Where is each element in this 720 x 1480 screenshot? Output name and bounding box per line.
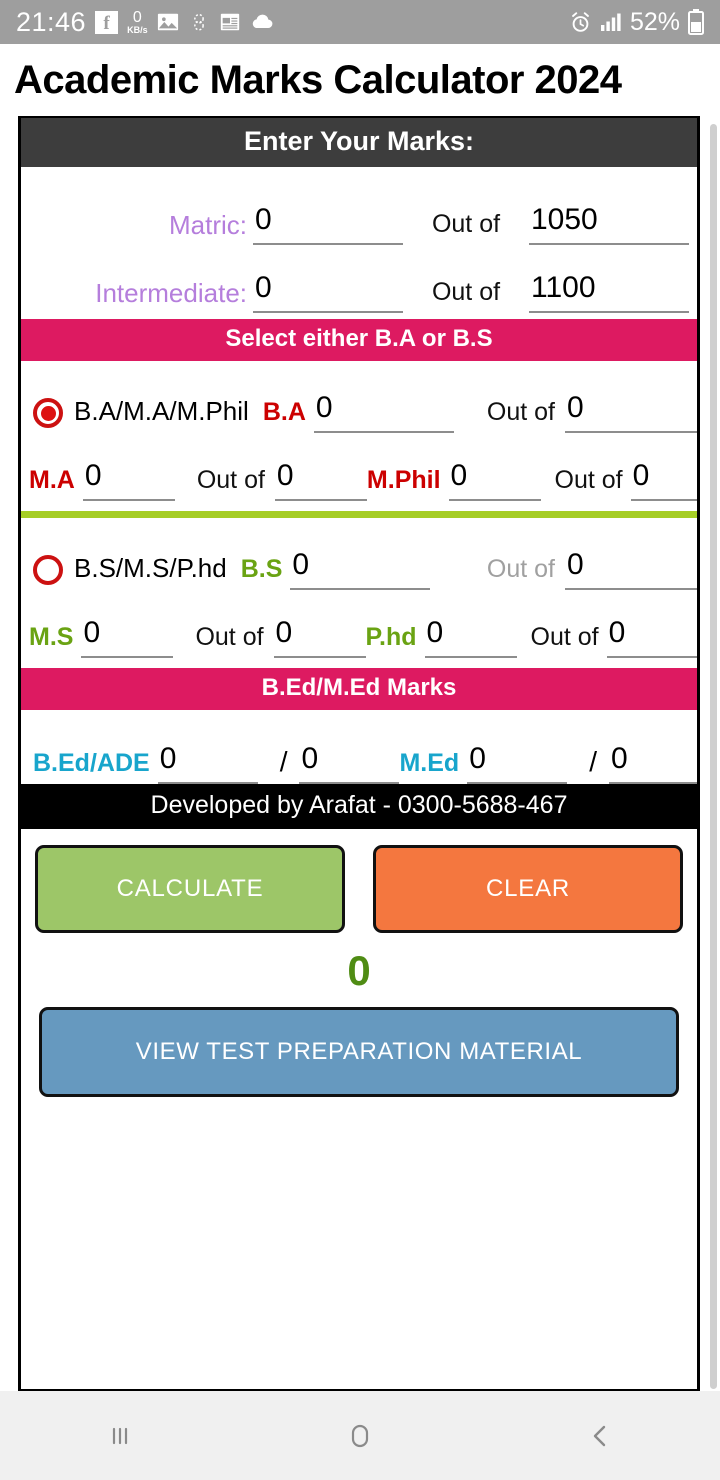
intermediate-outof-label: Out of	[431, 278, 501, 306]
signal-icon	[600, 12, 622, 32]
phd-obtained-input[interactable]	[424, 616, 517, 658]
arts-option-label: B.A/M.A/M.Phil	[74, 396, 249, 426]
gallery-icon	[157, 11, 179, 33]
developer-credit: Developed by Arafat - 0300-5688-467	[21, 784, 697, 829]
bs-obtained-input[interactable]	[290, 548, 431, 590]
data-speed-unit: KB/s	[127, 24, 148, 35]
matric-total-input[interactable]	[529, 203, 689, 245]
arts-radio-button[interactable]	[33, 398, 63, 428]
bed-tag-label: B.Ed/ADE	[33, 749, 150, 777]
ms-obtained-input[interactable]	[81, 616, 174, 658]
result-value: 0	[347, 947, 371, 994]
cloud-icon	[250, 13, 274, 31]
alarm-icon	[569, 11, 592, 34]
battery-icon	[688, 9, 704, 35]
clear-button[interactable]: CLEAR	[373, 845, 683, 933]
data-speed-icon: 0 KB/s	[127, 8, 148, 35]
intermediate-obtained-input[interactable]	[253, 271, 403, 313]
ms-tag-label: M.S	[29, 623, 74, 651]
circle-app-icon	[188, 11, 210, 33]
recents-icon	[112, 1427, 128, 1444]
intermediate-total-input[interactable]	[529, 271, 689, 313]
ba-obtained-input[interactable]	[313, 391, 454, 433]
ms-outof-label: Out of	[195, 623, 264, 651]
matric-obtained-input[interactable]	[253, 203, 403, 245]
mphil-total-input[interactable]	[630, 459, 697, 501]
actions-area: CALCULATE CLEAR 0 VIEW TEST PREPARATION …	[21, 829, 697, 1097]
science-radio-button[interactable]	[33, 555, 63, 585]
vertical-scrollbar[interactable]	[710, 124, 717, 1389]
mphil-tag-label: M.Phil	[366, 466, 441, 494]
phd-outof-label: Out of	[530, 623, 599, 651]
med-separator: /	[589, 746, 597, 777]
status-clock: 21:46	[16, 6, 87, 37]
ba-tag-label: B.A	[262, 398, 306, 426]
science-option-label: B.S/M.S/P.hd	[74, 553, 227, 583]
bed-total-input[interactable]	[299, 742, 400, 784]
mphil-outof-label: Out of	[554, 466, 623, 494]
news-icon	[219, 11, 241, 33]
scroll-container[interactable]: Enter Your Marks: Matric: Out of Interme…	[0, 116, 720, 1411]
mphil-obtained-input[interactable]	[448, 459, 541, 501]
home-icon	[351, 1424, 369, 1447]
bed-section-header: B.Ed/M.Ed Marks	[21, 668, 697, 710]
degree-divider	[21, 511, 697, 518]
arts-secondary-row: M.A Out of M.Phil Out of	[21, 433, 697, 501]
home-button[interactable]	[240, 1420, 480, 1452]
status-bar-right: 52%	[569, 8, 704, 37]
recents-button[interactable]	[0, 1421, 240, 1451]
battery-percent: 52%	[629, 7, 680, 36]
ma-total-input[interactable]	[274, 459, 367, 501]
back-button[interactable]	[480, 1421, 720, 1451]
ma-tag-label: M.A	[29, 466, 75, 494]
arts-degree-block: B.A/M.A/M.Phil B.A Out of M.A Out of M.P…	[21, 361, 697, 511]
view-test-preparation-material-button[interactable]: VIEW TEST PREPARATION MATERIAL	[39, 1007, 679, 1097]
radio-selected-dot	[40, 405, 56, 421]
matric-outof-label: Out of	[431, 210, 501, 238]
marks-section-header: Enter Your Marks:	[21, 118, 697, 167]
med-obtained-input[interactable]	[467, 742, 568, 784]
back-icon	[593, 1425, 606, 1446]
facebook-icon: f	[95, 10, 119, 34]
matric-row: Matric: Out of	[21, 177, 697, 245]
bs-tag-label: B.S	[240, 555, 283, 583]
med-total-input[interactable]	[608, 742, 697, 784]
science-primary-row: B.S/M.S/P.hd B.S Out of	[21, 524, 697, 590]
ma-outof-label: Out of	[196, 466, 265, 494]
bs-total-input[interactable]	[565, 548, 697, 590]
bed-section-body: B.Ed/ADE / M.Ed /	[21, 710, 697, 784]
intermediate-row: Intermediate: Out of	[21, 245, 697, 313]
ma-obtained-input[interactable]	[82, 459, 175, 501]
phd-tag-label: P.hd	[365, 623, 417, 651]
ba-outof-label: Out of	[486, 398, 555, 426]
bed-separator: /	[279, 746, 288, 777]
bed-obtained-input[interactable]	[157, 742, 258, 784]
ba-total-input[interactable]	[565, 391, 697, 433]
arts-primary-row: B.A/M.A/M.Phil B.A Out of	[21, 367, 697, 433]
data-speed-value: 0	[132, 8, 142, 26]
degree-section-header: Select either B.A or B.S	[21, 319, 697, 361]
status-bar-left: 21:46 f 0 KB/s	[16, 7, 569, 38]
marks-section-body: Matric: Out of Intermediate: Out of	[21, 167, 697, 319]
ms-total-input[interactable]	[273, 616, 366, 658]
science-degree-block: B.S/M.S/P.hd B.S Out of M.S Out of P.hd …	[21, 518, 697, 668]
science-secondary-row: M.S Out of P.hd Out of	[21, 590, 697, 658]
matric-label: Matric:	[169, 210, 247, 240]
calculator-card: Enter Your Marks: Matric: Out of Interme…	[18, 116, 700, 1392]
intermediate-label: Intermediate:	[95, 278, 247, 308]
bs-outof-label: Out of	[486, 555, 555, 583]
calculate-button[interactable]: CALCULATE	[35, 845, 345, 933]
phd-total-input[interactable]	[606, 616, 697, 658]
page-title: Academic Marks Calculator 2024	[14, 57, 622, 102]
status-bar: 21:46 f 0 KB/s 52%	[0, 0, 720, 44]
med-tag-label: M.Ed	[399, 749, 460, 777]
primary-actions-row: CALCULATE CLEAR	[35, 845, 683, 933]
android-nav-bar	[0, 1391, 720, 1480]
